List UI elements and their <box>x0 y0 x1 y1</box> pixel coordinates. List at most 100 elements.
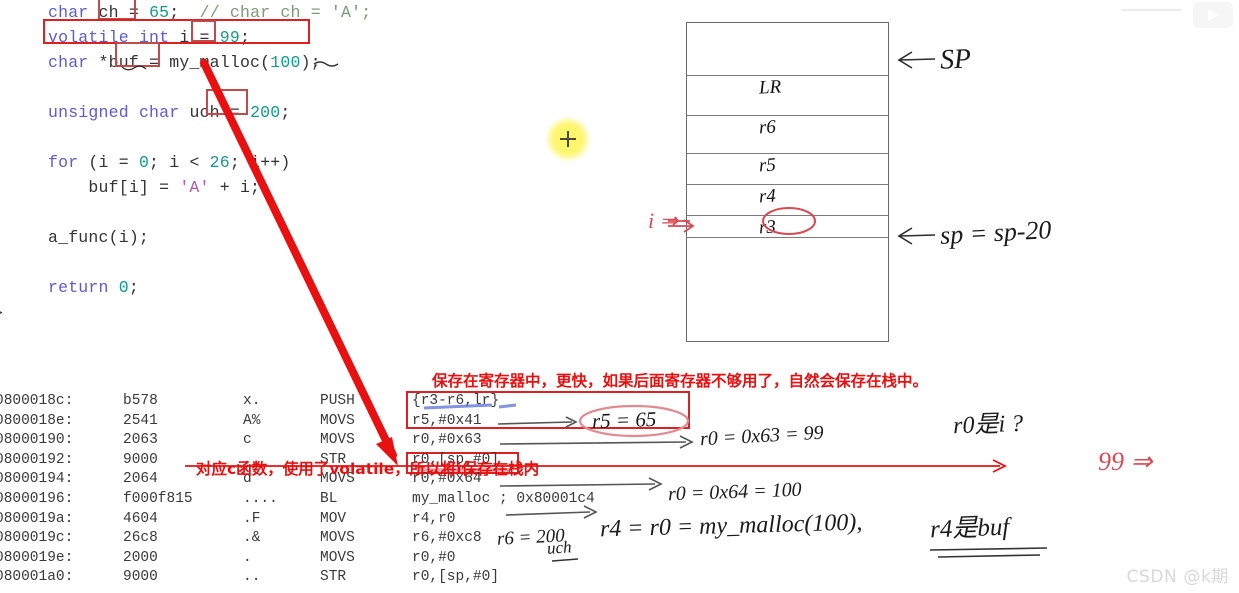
disassembly-row: 08000190: 2063 c MOVS r0,#0x63 <box>0 431 700 451</box>
stack-slot-label: r4 <box>758 185 777 208</box>
code-token: + i; <box>209 178 261 197</box>
instruction-mnemonic: MOV <box>320 510 347 527</box>
code-token: 99 <box>219 28 240 47</box>
code-token: // char ch = 'A'; <box>199 3 372 22</box>
code-token: 65 <box>149 3 170 22</box>
code-token: } <box>0 303 4 322</box>
annotation-cn-volatile-stack: 对应c函数，使用了volatile，所以将i保存在栈内 <box>196 460 540 478</box>
disassembly-row: 080001a0: 9000.. STR r0,[sp,#0] <box>0 568 700 588</box>
instruction-encoding: 2541 <box>123 412 158 429</box>
annotation-uch: uch <box>546 537 573 558</box>
stack-divider <box>687 215 888 216</box>
instruction-mnemonic: PUSH <box>320 393 355 409</box>
code-token: uch = <box>179 103 251 122</box>
stack-divider <box>687 75 888 76</box>
instruction-address: 0800018c: <box>0 393 74 409</box>
instruction-operands: {r3-r6,lr} <box>412 393 500 409</box>
instruction-ascii: .F <box>243 510 261 527</box>
annotation-r0-is-i: r0是i ? <box>952 410 1024 440</box>
stack-pointer-label: sp = sp-20 <box>939 215 1053 250</box>
csdn-watermark: CSDN @k期 <box>1126 567 1229 587</box>
code-token: ; <box>280 103 291 122</box>
code-token: 0 <box>118 278 129 297</box>
annotation-99: 99 ⇒ <box>1098 447 1153 476</box>
instruction-mnemonic: MOVS <box>320 432 355 449</box>
instruction-address: 08000196: <box>0 490 74 507</box>
code-line: } <box>0 300 4 325</box>
underline-r4-is-buf-1 <box>929 547 1048 551</box>
instruction-encoding: 9000 <box>123 569 158 586</box>
instruction-encoding: 4604 <box>123 510 158 527</box>
stack-slot-label: r5 <box>758 154 777 177</box>
code-token: ; i < <box>149 153 210 172</box>
annotation-r4-malloc: r4 = r0 = my_malloc(100), <box>599 509 863 543</box>
instruction-encoding: b578 <box>123 393 158 409</box>
code-line: char ch = 65; // char ch = 'A'; <box>48 0 371 25</box>
c-source-code-pane: char ch = 65; // char ch = 'A'; volatile … <box>0 0 470 322</box>
code-token: int <box>138 28 170 47</box>
code-token: *buf = my_malloc( <box>88 53 271 72</box>
code-token: 'A' <box>179 178 210 197</box>
stack-frame-diagram: LR r6 r5 r4 r3 <box>686 22 889 342</box>
instruction-address: 080001a0: <box>0 569 74 586</box>
code-line: return 0; <box>48 275 139 300</box>
code-token: return <box>48 278 109 297</box>
instruction-ascii: .... <box>243 490 278 507</box>
annotation-r5-equals-65: r5 = 65 <box>591 406 657 434</box>
underline-r4-is-buf-2 <box>937 554 1041 558</box>
instruction-operands: my_malloc ; 0x80001c4 <box>412 490 595 507</box>
stack-divider <box>687 184 888 185</box>
instruction-ascii: A% <box>243 412 261 429</box>
disassembly-row: 0800019c: 26c8 .& MOVS r6,#0xc8 <box>0 529 700 549</box>
code-token: 200 <box>250 103 281 122</box>
code-token: volatile <box>48 28 129 47</box>
code-token: unsigned <box>48 103 129 122</box>
instruction-encoding: 26c8 <box>123 530 158 547</box>
code-token: (i = <box>78 153 139 172</box>
code-token: ; <box>169 3 200 22</box>
code-line: a_func(i); <box>48 225 149 250</box>
instruction-encoding: 2064 <box>123 471 158 488</box>
sp-minus-20-pointer-arrow <box>897 227 936 245</box>
play-button-icon <box>1193 2 1233 28</box>
instruction-ascii: x. <box>243 393 261 409</box>
stack-slot-label: LR <box>758 76 782 99</box>
stack-slot-label: r6 <box>758 116 777 139</box>
disassembly-row: 08000196: f000f815.... BL my_malloc ; 0x800… <box>0 490 700 510</box>
instruction-mnemonic: MOVS <box>320 412 355 429</box>
code-token: a_func(i); <box>48 228 150 247</box>
crosshair-cursor-icon[interactable] <box>560 131 576 147</box>
instruction-address: 08000192: <box>0 451 74 468</box>
code-line: for (i = 0; i < 26; i++) <box>48 150 291 175</box>
code-token: char <box>48 3 89 22</box>
code-token: 26 <box>209 153 230 172</box>
instruction-address: 0800019a: <box>0 510 74 527</box>
code-token: ; <box>239 28 251 47</box>
stack-divider <box>687 115 888 116</box>
instruction-ascii: c <box>243 432 252 449</box>
annotation-r0-0x63: r0 = 0x63 = 99 <box>699 421 825 451</box>
code-token: ch <box>98 3 119 22</box>
annotation-r0-0x64: r0 = 0x64 = 100 <box>667 478 802 506</box>
instruction-operands: r0,#0 <box>412 549 456 566</box>
player-bar-watermark <box>1121 9 1181 11</box>
instruction-mnemonic: MOVS <box>320 549 355 566</box>
instruction-address: 08000194: <box>0 471 74 488</box>
disassembly-row: 0800019a: 4604 .F MOV r4,r0 <box>0 510 700 530</box>
code-token: 100 <box>270 53 301 72</box>
code-token: char <box>138 103 180 122</box>
instruction-address: 0800018e: <box>0 412 74 429</box>
code-token: = <box>118 3 150 22</box>
code-token: char <box>48 53 89 72</box>
code-token: buf[i] = <box>48 178 180 197</box>
instruction-encoding: 2000 <box>123 549 158 566</box>
stack-divider <box>687 237 888 238</box>
instruction-operands: r0,#0x63 <box>412 432 482 449</box>
instruction-operands: r5,#0x41 <box>412 412 482 429</box>
instruction-ascii: .& <box>243 530 261 547</box>
code-token: ); <box>300 53 321 72</box>
instruction-operands: r4,r0 <box>412 510 456 527</box>
